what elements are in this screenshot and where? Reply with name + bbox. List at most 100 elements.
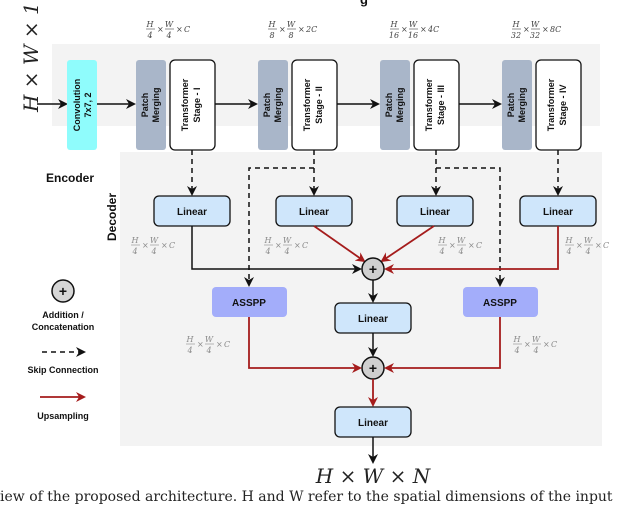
dim-h-divisor: 4 — [264, 247, 270, 256]
dim-h-divisor: 4 — [186, 346, 192, 355]
dim-c: 4C — [427, 25, 439, 34]
dim-w-divisor: 4 — [205, 346, 211, 355]
transformer-stage-line2: Stage - II — [314, 86, 324, 124]
legend-skip-label: Skip Connection — [27, 365, 98, 375]
plus-symbol: + — [369, 360, 377, 376]
transformer-stage-line2: Stage - I — [192, 87, 202, 122]
dim-c: 8C — [550, 25, 561, 34]
transformer-stage-line1: Transformer — [424, 78, 434, 131]
times-symbol: × — [523, 25, 530, 34]
times-symbol: × — [595, 241, 602, 250]
dim-h: H — [186, 335, 195, 344]
times-symbol: × — [524, 340, 531, 349]
patch-merging-line2: Merging — [151, 88, 161, 123]
times-symbol: × — [449, 241, 456, 250]
dim-c: C — [551, 340, 557, 349]
legend-addition-line1: Addition / — [42, 310, 84, 320]
decoder-linear-1: Linear — [153, 195, 231, 227]
times-symbol: × — [161, 241, 168, 250]
dim-w: W — [532, 335, 541, 344]
patch-merging-line1: Patch — [384, 93, 394, 118]
dim-h-divisor: 4 — [146, 31, 152, 40]
dim-c: C — [169, 241, 175, 250]
legend-plus-symbol: + — [59, 283, 67, 299]
times-symbol: × — [542, 25, 549, 34]
times-symbol: × — [420, 25, 427, 34]
times-symbol: × — [401, 25, 408, 34]
dim-w-divisor: 4 — [165, 31, 171, 40]
linear-label: Linear — [420, 207, 450, 218]
times-symbol: × — [294, 241, 301, 250]
title-fragment: g — [360, 0, 368, 7]
dim-w: W — [531, 20, 540, 29]
legend: + Addition / Concatenation Skip Connecti… — [27, 279, 99, 421]
stage-output-dimension: H32×W32× 8C — [511, 20, 561, 40]
transformer-stage-line1: Transformer — [302, 78, 312, 131]
encoder-stage-4: Patch Merging Transformer Stage - IVH32×W32… — [502, 20, 582, 151]
dim-w-divisor: 4 — [532, 346, 538, 355]
dim-h: H — [268, 20, 277, 29]
encoder-label: Encoder — [46, 171, 94, 185]
dim-h-divisor: 4 — [565, 247, 571, 256]
dim-w: W — [150, 236, 159, 245]
architecture-diagram: g H × W × 1 Encoder Decoder Convolution … — [19, 0, 609, 488]
dim-w: W — [287, 20, 296, 29]
dim-w: W — [409, 20, 418, 29]
dim-c: C — [302, 241, 308, 250]
dim-w-divisor: 4 — [150, 247, 156, 256]
patch-merging-line1: Patch — [506, 93, 516, 118]
stage-output-dimension: H16×W16× 4C — [389, 20, 439, 40]
times-symbol: × — [543, 340, 550, 349]
dim-w: W — [457, 236, 466, 245]
decoder-linear-3: Linear — [396, 195, 474, 227]
dim-h-divisor: 4 — [438, 247, 444, 256]
dim-w-divisor: 8 — [288, 31, 293, 40]
dim-h: H — [512, 20, 521, 29]
decoder-asspp-right: ASSPP — [463, 287, 538, 317]
dim-h: H — [131, 236, 140, 245]
times-symbol: × — [468, 241, 475, 250]
dim-h: H — [390, 20, 399, 29]
times-symbol: × — [142, 241, 149, 250]
patch-merging-line1: Patch — [140, 93, 150, 118]
dim-h: H — [146, 20, 155, 29]
dim-w-divisor: 4 — [584, 247, 590, 256]
times-symbol: × — [157, 25, 164, 34]
linear-label: Linear — [543, 207, 573, 218]
decoder-label: Decoder — [105, 193, 119, 241]
patch-merging-line2: Merging — [395, 88, 405, 123]
decoder-linear-2: Linear — [275, 195, 353, 227]
figure-caption: iew of the proposed architecture. H and … — [0, 489, 613, 505]
transformer-stage-line2: Stage - IV — [558, 84, 568, 125]
dim-h: H — [513, 335, 522, 344]
decoder-sum-1: + — [361, 257, 385, 281]
times-symbol: × — [275, 241, 282, 250]
dim-h: H — [264, 236, 273, 245]
transformer-stage-line1: Transformer — [546, 78, 556, 131]
patch-merging-line2: Merging — [517, 88, 527, 123]
asspp-label: ASSPP — [483, 298, 517, 309]
convolution-line2: 7x7, 2 — [83, 92, 93, 117]
dim-c: C — [476, 241, 482, 250]
stage-output-dimension: H8×W8× 2C — [268, 20, 318, 40]
dim-w: W — [205, 335, 214, 344]
transformer-stage-line2: Stage - III — [436, 85, 446, 125]
transformer-stage-line1: Transformer — [180, 78, 190, 131]
linear-label: Linear — [358, 418, 388, 429]
plus-symbol: + — [369, 261, 377, 277]
dim-h-divisor: 16 — [389, 31, 399, 40]
decoder-linear-final: Linear — [334, 406, 412, 438]
times-symbol: × — [176, 25, 183, 34]
dim-h-divisor: 32 — [511, 31, 521, 40]
asspp-label: ASSPP — [232, 298, 266, 309]
decoder-linear-4: Linear — [519, 195, 597, 227]
linear-label: Linear — [358, 314, 388, 325]
dim-h-divisor: 4 — [513, 346, 519, 355]
legend-upsampling-label: Upsampling — [37, 411, 89, 421]
times-symbol: × — [298, 25, 305, 34]
linear-label: Linear — [177, 207, 207, 218]
linear-label: Linear — [299, 207, 329, 218]
decoder-sum-2: + — [361, 356, 385, 380]
dim-w-divisor: 4 — [457, 247, 463, 256]
patch-merging-line2: Merging — [273, 88, 283, 123]
